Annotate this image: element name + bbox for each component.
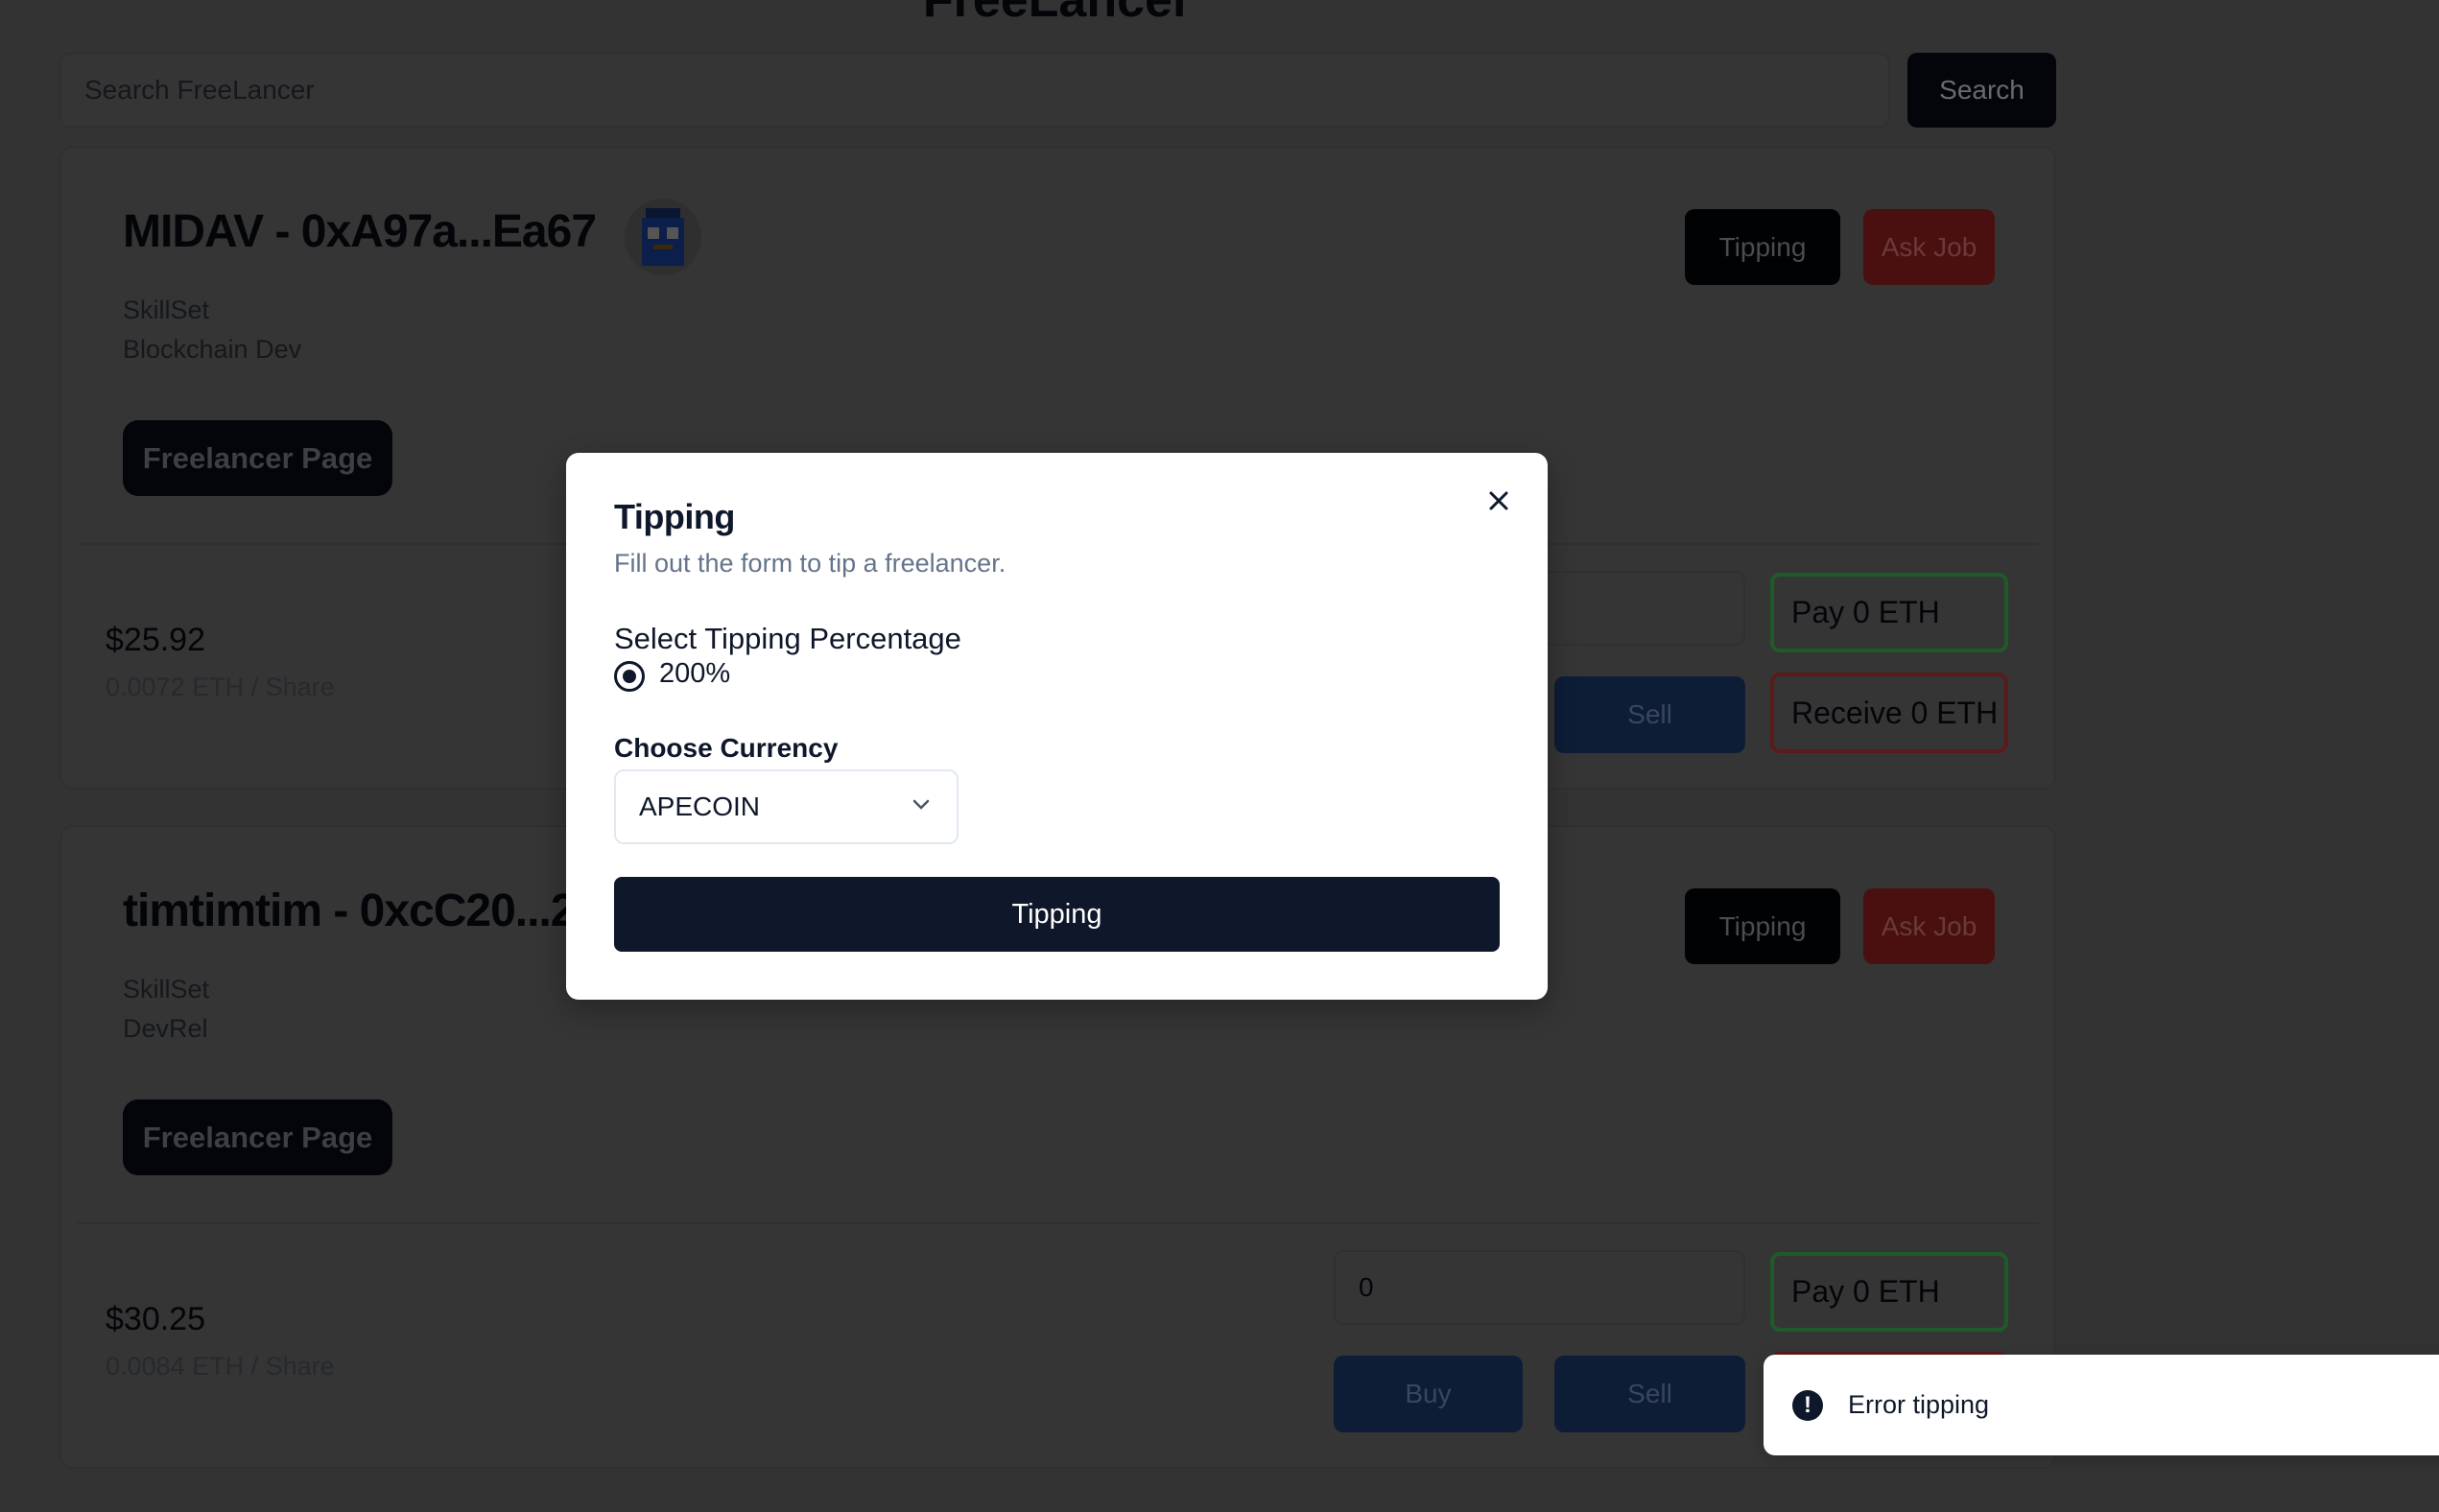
modal-title: Tipping — [614, 497, 735, 536]
submit-tipping-button[interactable]: Tipping — [614, 877, 1500, 952]
divider — [77, 1222, 2039, 1224]
pay-amount: Pay 0 ETH — [1770, 1252, 2008, 1332]
search-button[interactable]: Search — [1907, 53, 2056, 128]
search-placeholder: Search FreeLancer — [84, 75, 315, 105]
share-price: $30.25 — [106, 1301, 205, 1337]
freelancer-page-button[interactable]: Freelancer Page — [123, 420, 392, 496]
avatar — [625, 199, 701, 275]
toast-message: Error tipping — [1848, 1390, 1990, 1419]
close-icon[interactable] — [1480, 482, 1518, 520]
currency-select[interactable]: APECOIN — [614, 769, 959, 844]
share-amount-input[interactable]: 0 — [1334, 1250, 1745, 1325]
skillset-value: DevRel — [123, 1014, 208, 1043]
page-title: FreeLancer — [922, 0, 1193, 28]
skillset-label: SkillSet — [123, 975, 210, 1004]
eth-per-share: 0.0072 ETH / Share — [106, 673, 335, 701]
freelancer-name: MIDAV - 0xA97a...Ea67 — [123, 206, 597, 257]
error-toast: ! Error tipping — [1764, 1355, 2439, 1455]
chevron-down-icon — [909, 791, 934, 823]
freelancer-name: timtimtim - 0xcC20...2 — [123, 886, 576, 936]
skillset-value: Blockchain Dev — [123, 335, 302, 364]
buy-button[interactable]: Buy — [1334, 1356, 1523, 1432]
alert-circle-icon: ! — [1792, 1389, 1823, 1421]
ask-job-button[interactable]: Ask Job — [1863, 209, 1995, 285]
share-price: $25.92 — [106, 622, 205, 658]
percentage-option-label[interactable]: 200% — [659, 658, 730, 690]
tipping-button[interactable]: Tipping — [1685, 888, 1840, 964]
modal-subtitle: Fill out the form to tip a freelancer. — [614, 549, 1006, 578]
skillset-label: SkillSet — [123, 295, 210, 324]
pay-amount: Pay 0 ETH — [1770, 573, 2008, 652]
search-input[interactable]: Search FreeLancer — [59, 53, 1890, 128]
eth-per-share: 0.0084 ETH / Share — [106, 1352, 335, 1381]
sell-button[interactable]: Sell — [1554, 676, 1745, 753]
sell-button[interactable]: Sell — [1554, 1356, 1745, 1432]
freelancer-page-button[interactable]: Freelancer Page — [123, 1099, 392, 1175]
percentage-label: Select Tipping Percentage — [614, 622, 961, 655]
receive-amount: Receive 0 ETH — [1770, 673, 2008, 753]
ask-job-button[interactable]: Ask Job — [1863, 888, 1995, 964]
currency-label: Choose Currency — [614, 733, 839, 763]
currency-value: APECOIN — [639, 791, 761, 821]
tipping-button[interactable]: Tipping — [1685, 209, 1840, 285]
percentage-radio[interactable] — [614, 661, 645, 692]
tipping-modal: Tipping Fill out the form to tip a freel… — [566, 453, 1548, 1000]
